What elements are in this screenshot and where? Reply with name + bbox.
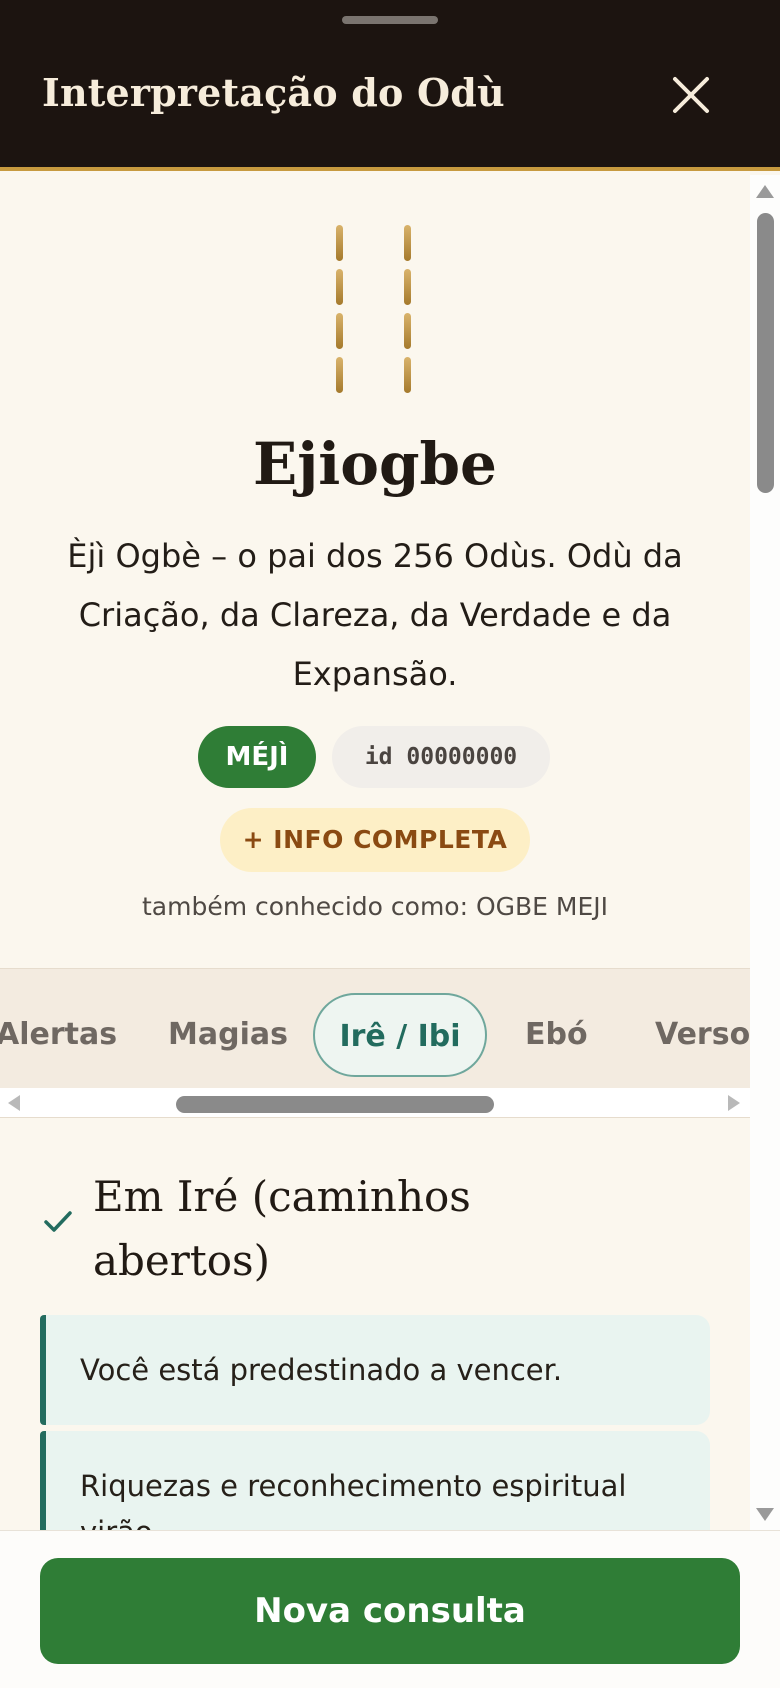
tab-alertas[interactable]: Alertas <box>0 993 117 1077</box>
list-item: Você está predestinado a vencer. <box>40 1315 710 1425</box>
odu-description: Èjì Ogbè – o pai dos 256 Odùs. Odù da Cr… <box>67 537 683 693</box>
id-badge: id 00000000 <box>332 726 550 788</box>
header-bar: Interpretação do Odù <box>0 0 780 171</box>
tab-bar: Alertas Magias Irê / Ibi Ebó Versos <box>0 968 750 1088</box>
also-known-as: também conhecido como: OGBE MEJI <box>141 892 609 921</box>
tab-versos[interactable]: Versos <box>655 993 750 1077</box>
full-info-button[interactable]: + INFO COMPLETA <box>220 808 530 872</box>
odu-name: Ejiogbe <box>253 430 497 498</box>
close-icon[interactable] <box>667 71 715 119</box>
footer-bar: Nova consulta <box>0 1530 780 1688</box>
drag-handle[interactable] <box>342 16 438 24</box>
scroll-up-arrow-icon[interactable] <box>756 185 774 198</box>
tabs-horizontal-scrollbar[interactable] <box>0 1088 750 1118</box>
list-item: Riquezas e reconhecimento espiritual vir… <box>40 1431 710 1530</box>
odu-mark-left <box>336 225 344 395</box>
tab-ebo[interactable]: Ebó <box>525 993 588 1077</box>
tab-ire-ibi[interactable]: Irê / Ibi <box>313 993 487 1077</box>
scroll-down-arrow-icon[interactable] <box>756 1508 774 1521</box>
scroll-left-arrow-icon[interactable] <box>8 1095 20 1111</box>
new-consultation-button[interactable]: Nova consulta <box>40 1558 740 1664</box>
check-icon <box>42 1205 74 1237</box>
odu-mark-right <box>404 225 412 395</box>
section-title: Em Iré (caminhos abertos) <box>93 1172 471 1285</box>
content-scroll-area[interactable]: Ejiogbe Èjì Ogbè – o pai dos 256 Odùs. O… <box>0 175 750 1530</box>
page-title: Interpretação do Odù <box>42 70 505 115</box>
vertical-scrollbar[interactable] <box>750 175 780 1530</box>
scroll-right-arrow-icon[interactable] <box>728 1095 740 1111</box>
tab-magias[interactable]: Magias <box>168 993 288 1077</box>
vertical-scroll-thumb[interactable] <box>757 213 774 493</box>
meji-badge: MÉJÌ <box>198 726 316 788</box>
horizontal-scroll-thumb[interactable] <box>176 1096 494 1113</box>
